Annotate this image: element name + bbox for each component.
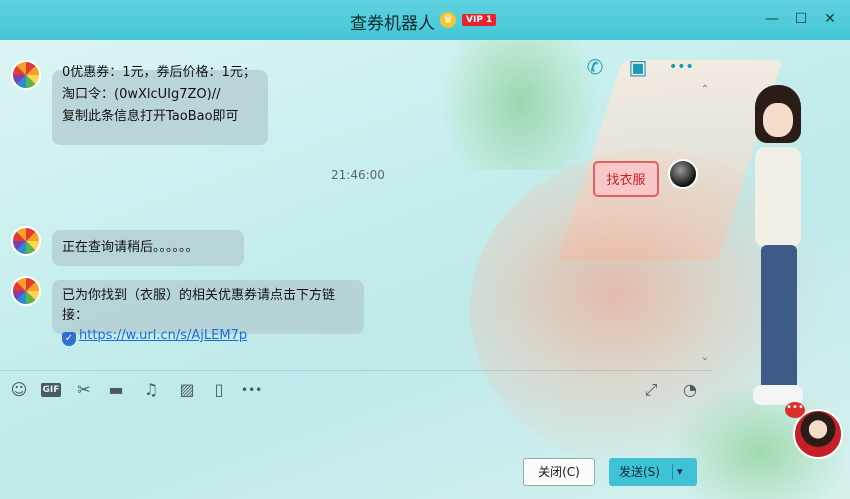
window-title: 查券机器人 [350,14,435,34]
history-icon[interactable]: ◔ [680,380,700,400]
send-button-label: 发送(S) [619,465,660,479]
scroll-up-icon[interactable]: ⌃ [699,84,711,95]
minimize-button[interactable]: — [762,9,782,29]
gif-icon[interactable]: GIF [41,383,61,397]
coupon-link[interactable]: https://w.url.cn/s/AjLEM7p [79,328,247,343]
message-timestamp: 21:46:00 [331,168,385,182]
scroll-down-icon[interactable]: ⌄ [699,352,711,363]
character-face [763,103,793,137]
close-button[interactable]: 关闭(C) [523,458,595,486]
message-bubble-result[interactable]: 已为你找到（衣服）的相关优惠券请点击下方链接： ✓ https://w.url.c… [52,280,364,346]
maximize-button[interactable]: ☐ [791,9,811,29]
message-bubble-coupon[interactable]: 0优惠券：1元，券后价格：1元； 淘口令：(0wXlcUIg7ZO)// 复制此… [52,65,268,145]
avatar-character [733,85,823,415]
bot-avatar[interactable] [11,60,41,90]
send-divider [672,464,673,480]
more-tools-icon[interactable]: ••• [241,380,262,400]
result-message-text: 已为你找到（衣服）的相关优惠券请点击下方链接： [62,288,336,323]
chat-window: 查券机器人 ♛ VIP 1 — ☐ ✕ ✆ ▣ ••• 0优惠券：1元，券后价格… [0,0,850,499]
message-line-taokouling: 淘口令：(0wXlcUIg7ZO)// [62,87,221,102]
emoji-icon[interactable]: ☺ [9,380,29,400]
notification-badge[interactable]: ••• [785,402,805,418]
shake-icon[interactable]: ▯ [209,380,229,400]
image-icon[interactable]: ▨ [177,380,197,400]
scissors-icon[interactable]: ✂ [74,380,94,400]
expand-icon[interactable]: ⤢ [641,380,661,400]
bot-avatar[interactable] [11,226,41,256]
bot-avatar[interactable] [11,276,41,306]
message-line-coupon: 0优惠券：1元，券后价格：1元； [62,65,256,80]
input-toolbar: ☺ GIF ✂ ▬ ♫ ▨ ▯ ••• ⤢ ◔ [0,370,712,407]
folder-icon[interactable]: ▬ [106,380,126,400]
character-body [755,147,801,247]
sent-message-bubble[interactable]: 找衣服 [593,161,659,197]
security-shield-icon: ✓ [62,332,76,346]
vip-badge: VIP 1 [462,14,497,26]
user-avatar[interactable] [668,159,698,189]
crown-icon: ♛ [440,12,456,28]
chevron-down-icon[interactable]: ▾ [677,458,683,486]
title-bar[interactable]: 查券机器人 ♛ VIP 1 — ☐ ✕ [0,0,850,40]
character-legs [761,245,797,390]
message-bubble-searching[interactable]: 正在查询请稍后。。。。。。 [52,230,244,266]
send-button[interactable]: 发送(S) ▾ [609,458,697,486]
message-line-instruction: 复制此条信息打开TaoBao即可 [62,109,239,124]
close-window-button[interactable]: ✕ [820,9,840,29]
message-input[interactable] [0,406,712,454]
music-icon[interactable]: ♫ [141,380,161,400]
